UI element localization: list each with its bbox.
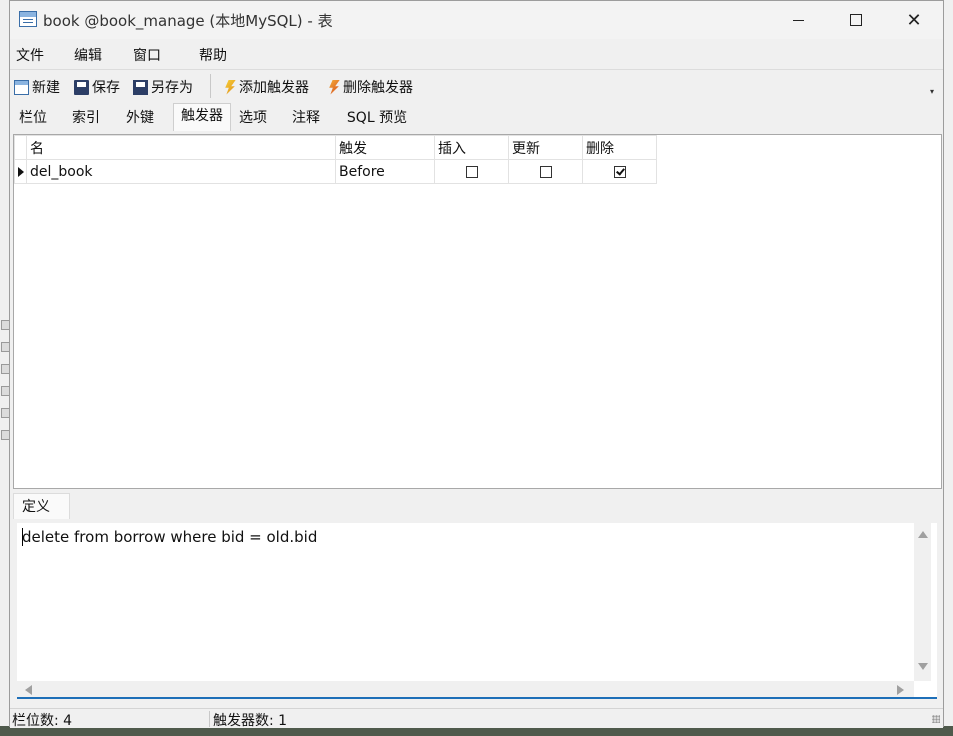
- scroll-down-icon[interactable]: [918, 663, 928, 670]
- title-bar[interactable]: book @book_manage (本地MySQL) - 表 ✕: [10, 1, 943, 39]
- column-header-update[interactable]: 更新: [508, 135, 583, 160]
- background-app-strip-right: [944, 0, 953, 736]
- tab-foreign-keys[interactable]: 外键: [119, 105, 161, 129]
- tab-options[interactable]: 选项: [232, 105, 274, 129]
- scroll-right-icon[interactable]: [897, 685, 904, 695]
- table-icon: [19, 11, 37, 27]
- triggers-grid-panel: 名 触发 插入 更新 删除 del_book Before: [13, 134, 942, 489]
- toolbar: 新建 保存 另存为 添加触发器 删除触发器 ▾: [10, 70, 943, 102]
- maximize-button[interactable]: [827, 1, 885, 39]
- save-as-icon: [133, 79, 148, 95]
- status-bar: 栏位数: 4 触发器数: 1: [10, 708, 943, 729]
- window-title: book @book_manage (本地MySQL) - 表: [43, 12, 333, 30]
- current-row-marker: [14, 159, 27, 184]
- trigger-fire-cell[interactable]: Before: [335, 159, 435, 184]
- insert-checkbox[interactable]: [465, 165, 478, 178]
- save-icon: [74, 79, 89, 95]
- maximize-icon: [850, 14, 862, 26]
- tab-definition[interactable]: 定义: [13, 493, 70, 519]
- column-header-fire[interactable]: 触发: [335, 135, 435, 160]
- toolbar-separator: [210, 74, 211, 98]
- scroll-up-icon[interactable]: [918, 531, 928, 538]
- new-button[interactable]: 新建: [14, 76, 60, 98]
- insert-cell: [434, 159, 509, 184]
- delete-cell: [582, 159, 657, 184]
- table-design-window: book @book_manage (本地MySQL) - 表 ✕ 文件 编辑 …: [9, 0, 944, 729]
- delete-trigger-label: 删除触发器: [343, 80, 413, 96]
- delete-trigger-icon: [329, 79, 340, 95]
- tab-indexes[interactable]: 索引: [65, 105, 107, 129]
- status-trigger-count: 触发器数: 1: [213, 713, 288, 729]
- delete-checkbox[interactable]: [613, 165, 626, 178]
- add-trigger-icon: [225, 79, 236, 95]
- triggers-table: 名 触发 插入 更新 删除 del_book Before: [14, 135, 657, 184]
- tab-triggers[interactable]: 触发器: [173, 103, 231, 131]
- definition-editor[interactable]: delete from borrow where bid = old.bid: [17, 523, 937, 698]
- tab-strip: 栏位 索引 外键 触发器 选项 注释 SQL 预览: [10, 102, 943, 131]
- minimize-icon: [792, 19, 804, 21]
- trigger-name-cell[interactable]: del_book: [26, 159, 336, 184]
- toolbar-overflow-icon[interactable]: ▾: [930, 87, 934, 96]
- update-checkbox[interactable]: [539, 165, 552, 178]
- table-header-row: 名 触发 插入 更新 删除: [14, 135, 657, 160]
- save-button[interactable]: 保存: [74, 76, 120, 98]
- new-table-icon: [14, 79, 29, 95]
- table-row[interactable]: del_book Before: [14, 159, 657, 184]
- horizontal-scrollbar[interactable]: [17, 681, 914, 698]
- vertical-scrollbar[interactable]: [914, 523, 931, 681]
- close-button[interactable]: ✕: [885, 1, 943, 39]
- text-caret: [22, 528, 23, 546]
- status-divider: [209, 711, 210, 727]
- column-header-delete[interactable]: 删除: [582, 135, 657, 160]
- menu-window[interactable]: 窗口: [133, 45, 161, 65]
- tab-comments[interactable]: 注释: [285, 105, 327, 129]
- save-button-label: 保存: [92, 80, 120, 96]
- column-header-insert[interactable]: 插入: [434, 135, 509, 160]
- add-trigger-label: 添加触发器: [239, 80, 309, 96]
- menu-file[interactable]: 文件: [16, 45, 44, 65]
- new-button-label: 新建: [32, 80, 60, 96]
- tab-fields[interactable]: 栏位: [12, 105, 54, 129]
- scroll-left-icon[interactable]: [25, 685, 32, 695]
- menu-edit[interactable]: 编辑: [74, 45, 102, 65]
- current-row-icon: [18, 167, 24, 177]
- resize-grip-icon[interactable]: [932, 715, 940, 723]
- definition-text[interactable]: delete from borrow where bid = old.bid: [22, 528, 317, 546]
- minimize-button[interactable]: [769, 1, 827, 39]
- close-icon: ✕: [906, 9, 922, 31]
- definition-tab-strip: 定义: [13, 491, 940, 519]
- delete-trigger-button[interactable]: 删除触发器: [328, 76, 413, 98]
- menu-help[interactable]: 帮助: [199, 45, 227, 65]
- editor-focus-underline: [17, 697, 937, 699]
- save-as-button-label: 另存为: [151, 80, 193, 96]
- add-trigger-button[interactable]: 添加触发器: [224, 76, 309, 98]
- row-marker-header: [14, 135, 27, 160]
- update-cell: [508, 159, 583, 184]
- tab-sql-preview[interactable]: SQL 预览: [338, 105, 416, 129]
- save-as-button[interactable]: 另存为: [133, 76, 193, 98]
- status-field-count: 栏位数: 4: [12, 713, 73, 729]
- menu-bar: 文件 编辑 窗口 帮助: [10, 39, 943, 70]
- column-header-name[interactable]: 名: [26, 135, 336, 160]
